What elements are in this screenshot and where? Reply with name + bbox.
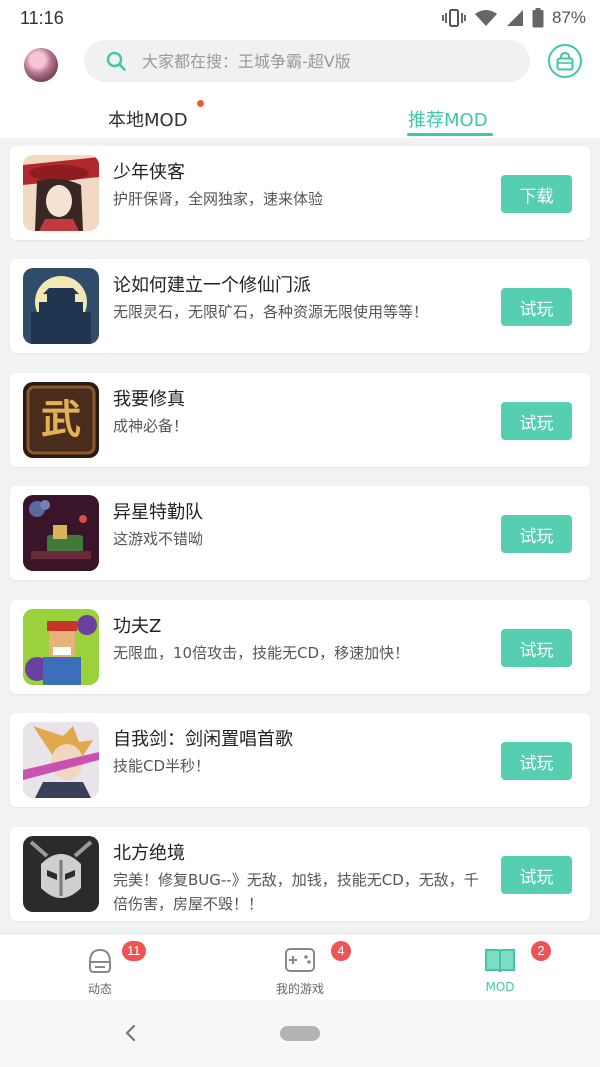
game-description: 这游戏不错呦 — [113, 530, 204, 548]
chevron-left-icon — [125, 1024, 136, 1042]
nav-label: 我的游戏 — [275, 982, 324, 996]
game-card[interactable]: 自我剑：剑闲置唱首歌 技能CD半秒！ 试玩 — [10, 713, 590, 807]
try-button[interactable]: 试玩 — [501, 629, 572, 667]
game-title: 功夫Z — [113, 616, 162, 637]
game-icon-self-sword — [23, 722, 99, 798]
game-card[interactable]: 功夫Z 无限血，10倍攻击，技能无CD，移速加快！ 试玩 — [10, 600, 590, 694]
game-title: 北方绝境 — [113, 843, 185, 864]
try-button[interactable]: 试玩 — [501, 856, 572, 894]
game-description: 技能CD半秒！ — [113, 757, 211, 775]
game-description: 护肝保肾，全网独家，速来体验 — [113, 190, 324, 208]
nav-label: MOD — [485, 980, 515, 994]
search-icon — [106, 51, 126, 71]
game-icon-alien-squad — [23, 495, 99, 571]
bottom-nav: 动态 11 我的游戏 4 MOD 2 — [0, 933, 600, 1000]
tab-local-mod[interactable]: 本地MOD — [108, 106, 188, 132]
notification-badge: 2 — [531, 941, 551, 961]
game-description: 无限血，10倍攻击，技能无CD，移速加快！ — [113, 644, 410, 662]
tab-recommended-mod[interactable]: 推荐MOD — [408, 106, 488, 132]
game-description: 完美！修复BUG--》无敌，加钱，技能无CD，无敌，千倍伤害，房屋不毁！！ — [113, 871, 479, 913]
status-time: 11:16 — [20, 7, 64, 28]
game-title: 自我剑：剑闲置唱首歌 — [113, 729, 293, 750]
try-button[interactable]: 试玩 — [501, 288, 572, 326]
game-title: 异星特勤队 — [113, 502, 203, 523]
try-button[interactable]: 试玩 — [501, 402, 572, 440]
bag-icon — [556, 51, 574, 71]
game-card[interactable]: 武 我要修真 成神必备！ 试玩 — [10, 373, 590, 467]
gamepad-icon — [282, 944, 318, 976]
book-icon — [482, 944, 518, 976]
search-input[interactable] — [142, 51, 502, 71]
game-description: 无限灵石，无限矿石，各种资源无限使用等等！ — [113, 303, 429, 321]
signal-icon — [506, 10, 523, 26]
game-icon-northgard — [23, 836, 99, 912]
try-button[interactable]: 试玩 — [501, 742, 572, 780]
mod-tabs: 本地MOD 推荐MOD — [0, 92, 600, 138]
tab-active-indicator — [407, 133, 493, 136]
gift-bag-button[interactable] — [548, 44, 582, 78]
game-title: 我要修真 — [113, 389, 185, 410]
battery-icon — [532, 8, 544, 28]
avatar[interactable] — [24, 48, 58, 82]
nav-label: 动态 — [87, 982, 112, 996]
game-description: 成神必备！ — [113, 417, 189, 435]
tab-notification-dot — [197, 100, 204, 107]
game-title: 论如何建立一个修仙门派 — [113, 275, 311, 296]
system-nav-bar — [0, 1000, 600, 1067]
game-card[interactable]: 少年侠客 护肝保肾，全网独家，速来体验 下载 — [10, 146, 590, 240]
feed-icon — [82, 944, 118, 976]
top-bar — [0, 36, 600, 92]
game-icon-cultivate: 武 — [23, 382, 99, 458]
game-icon-kungfu-z — [23, 609, 99, 685]
game-title: 少年侠客 — [113, 162, 185, 183]
wifi-icon — [474, 10, 497, 26]
cultivate-icon-glyph: 武 — [41, 396, 81, 443]
status-icons: 87% — [442, 8, 586, 28]
status-bar: 11:16 87% — [0, 0, 600, 36]
battery-percent: 87% — [551, 8, 586, 27]
back-button[interactable] — [118, 1018, 142, 1048]
home-button[interactable] — [280, 1026, 320, 1041]
game-icon-cultivation-sect — [23, 268, 99, 344]
try-button[interactable]: 试玩 — [501, 515, 572, 553]
search-bar[interactable] — [84, 40, 530, 82]
game-card[interactable]: 北方绝境 完美！修复BUG--》无敌，加钱，技能无CD，无敌，千倍伤害，房屋不毁… — [10, 827, 590, 921]
game-icon-swordsman — [23, 155, 99, 231]
game-card[interactable]: 论如何建立一个修仙门派 无限灵石，无限矿石，各种资源无限使用等等！ 试玩 — [10, 259, 590, 353]
nav-item-feed[interactable]: 动态 11 — [40, 934, 160, 1001]
nav-item-my-games[interactable]: 我的游戏 4 — [240, 934, 360, 1001]
notification-badge: 4 — [331, 941, 351, 961]
download-button[interactable]: 下载 — [501, 175, 572, 213]
nav-item-mod[interactable]: MOD 2 — [440, 934, 560, 1001]
game-card[interactable]: 异星特勤队 这游戏不错呦 试玩 — [10, 486, 590, 580]
vibrate-icon — [442, 9, 466, 27]
notification-badge: 11 — [122, 941, 146, 961]
